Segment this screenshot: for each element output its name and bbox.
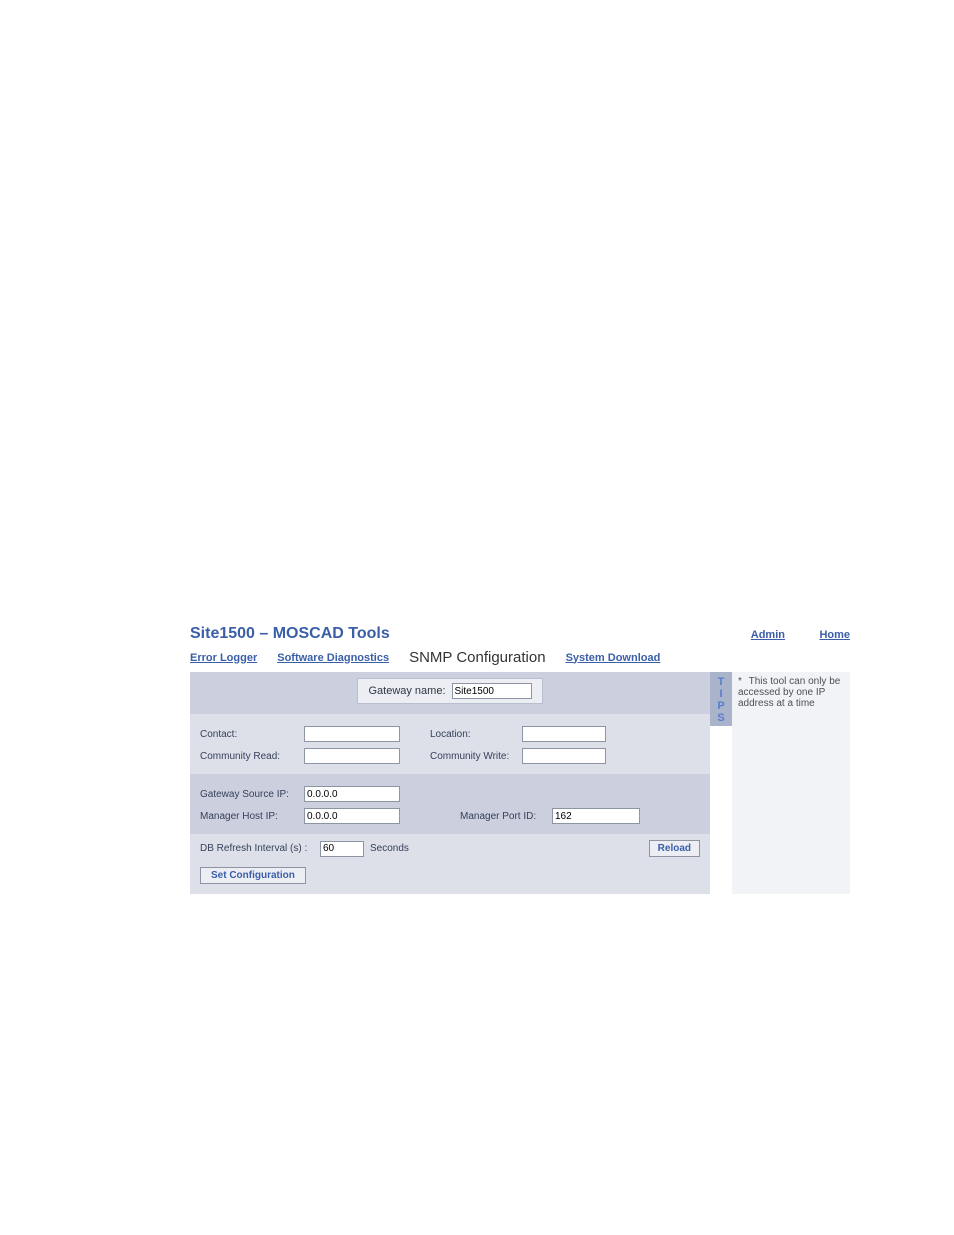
manager-port-id-label: Manager Port ID: <box>460 811 552 822</box>
page-title: Site1500 – MOSCAD Tools <box>190 625 390 643</box>
contact-section: Contact: Location: Community Read: Commu… <box>190 714 710 774</box>
tips-text: * This tool can only be accessed by one … <box>732 672 850 894</box>
ip-section: Gateway Source IP: Manager Host IP: Mana… <box>190 774 710 834</box>
refresh-section: DB Refresh Interval (s) : Seconds Reload… <box>190 834 710 894</box>
manager-host-ip-input[interactable] <box>304 808 400 824</box>
gateway-source-ip-label: Gateway Source IP: <box>200 789 304 800</box>
manager-host-ip-label: Manager Host IP: <box>200 811 304 822</box>
bullet-icon: * <box>738 676 746 687</box>
tips-letter: P <box>710 700 732 712</box>
nav-system-download[interactable]: System Download <box>566 652 661 664</box>
nav-software-diagnostics[interactable]: Software Diagnostics <box>277 652 389 664</box>
community-read-label: Community Read: <box>200 751 304 762</box>
community-write-label: Community Write: <box>430 751 522 762</box>
nav-snmp-configuration: SNMP Configuration <box>409 649 545 666</box>
manager-port-id-input[interactable] <box>552 808 640 824</box>
location-input[interactable] <box>522 726 606 742</box>
set-configuration-button[interactable]: Set Configuration <box>200 867 306 884</box>
body: Gateway name: Contact: Location: Communi… <box>190 672 850 894</box>
gateway-source-ip-input[interactable] <box>304 786 400 802</box>
db-refresh-unit: Seconds <box>370 843 409 854</box>
gateway-name-label: Gateway name: <box>368 685 445 697</box>
header-links: Admin Home <box>721 625 850 643</box>
db-refresh-label: DB Refresh Interval (s) : <box>200 843 320 854</box>
tips-label: T I P S <box>710 672 732 726</box>
home-link[interactable]: Home <box>819 629 850 641</box>
moscad-tools-panel: Site1500 – MOSCAD Tools Admin Home Error… <box>190 625 850 894</box>
community-write-input[interactable] <box>522 748 606 764</box>
tips-panel: T I P S * This tool can only be accessed… <box>710 672 850 894</box>
gateway-name-input[interactable] <box>452 683 532 699</box>
gateway-name-box: Gateway name: <box>357 678 542 704</box>
tips-body: This tool can only be accessed by one IP… <box>738 676 840 709</box>
main-panel: Gateway name: Contact: Location: Communi… <box>190 672 710 894</box>
reload-button[interactable]: Reload <box>649 840 700 857</box>
contact-label: Contact: <box>200 729 304 740</box>
tips-letter: T <box>710 676 732 688</box>
gateway-name-section: Gateway name: <box>190 672 710 714</box>
contact-input[interactable] <box>304 726 400 742</box>
db-refresh-input[interactable] <box>320 841 364 857</box>
admin-link[interactable]: Admin <box>751 629 785 641</box>
nav-error-logger[interactable]: Error Logger <box>190 652 257 664</box>
tips-letter: I <box>710 688 732 700</box>
tool-nav: Error Logger Software Diagnostics SNMP C… <box>190 649 850 666</box>
location-label: Location: <box>430 729 522 740</box>
tips-letter: S <box>710 712 732 724</box>
header: Site1500 – MOSCAD Tools Admin Home <box>190 625 850 643</box>
community-read-input[interactable] <box>304 748 400 764</box>
